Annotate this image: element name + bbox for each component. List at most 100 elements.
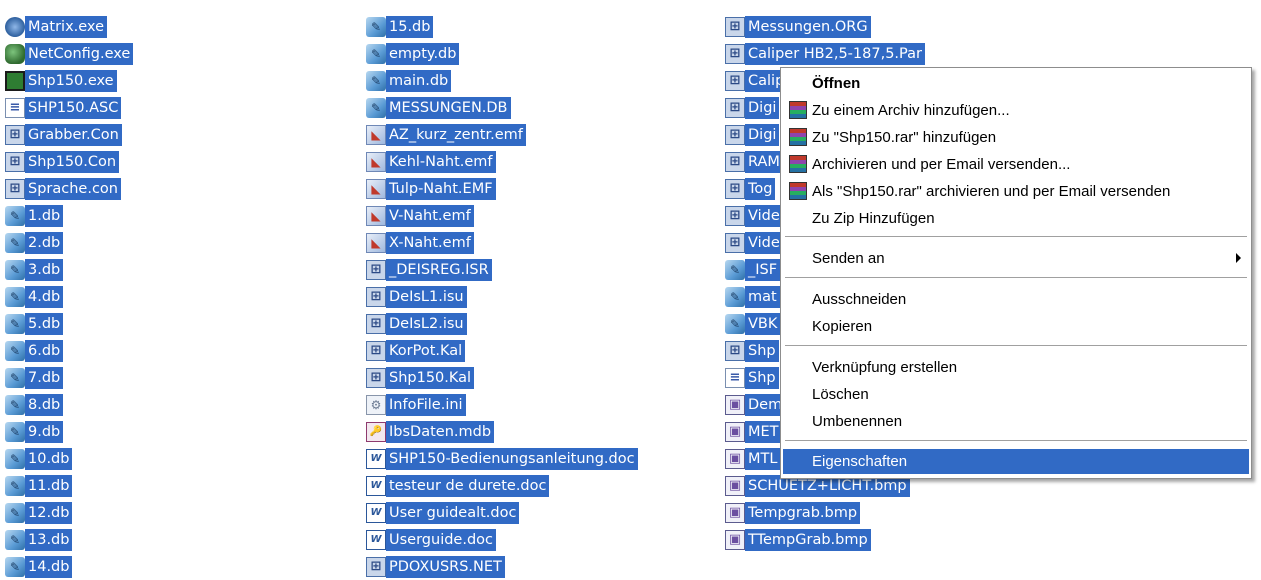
file-item[interactable]: Matrix.exe xyxy=(5,13,133,40)
db-file-icon xyxy=(5,394,25,415)
db-file-icon xyxy=(5,502,25,523)
file-item[interactable]: Grabber.Con xyxy=(5,121,133,148)
file-item[interactable]: 14.db xyxy=(5,553,133,580)
file-item[interactable]: DeIsL1.isu xyxy=(366,283,638,310)
menu-item-add-rar[interactable]: Zu "Shp150.rar" hinzufügen xyxy=(783,125,1249,150)
file-item[interactable]: V-Naht.emf xyxy=(366,202,638,229)
file-name: V-Naht.emf xyxy=(386,204,474,227)
db-file-icon xyxy=(5,205,25,226)
file-item[interactable]: 3.db xyxy=(5,256,133,283)
file-item[interactable]: 10.db xyxy=(5,445,133,472)
menu-item-archive-email[interactable]: Archivieren und per Email versenden... xyxy=(783,152,1249,177)
file-name: 6.db xyxy=(25,339,64,362)
file-item[interactable]: main.db xyxy=(366,67,638,94)
con-file-icon xyxy=(725,340,745,361)
menu-item-rename[interactable]: Umbenennen xyxy=(783,409,1249,434)
file-item[interactable]: Shp150.exe xyxy=(5,67,133,94)
file-item[interactable]: InfoFile.ini xyxy=(366,391,638,418)
emf-file-icon xyxy=(366,205,386,226)
file-item[interactable]: 11.db xyxy=(5,472,133,499)
file-item[interactable]: 9.db xyxy=(5,418,133,445)
file-item[interactable]: 7.db xyxy=(5,364,133,391)
file-item[interactable]: Shp150.Kal xyxy=(366,364,638,391)
file-item[interactable]: 4.db xyxy=(5,283,133,310)
file-item[interactable]: AZ_kurz_zentr.emf xyxy=(366,121,638,148)
file-item[interactable]: IbsDaten.mdb xyxy=(366,418,638,445)
file-name: _DEISREG.ISR xyxy=(386,258,492,281)
file-item[interactable]: Caliper HB2,5-187,5.Par xyxy=(725,40,925,67)
file-item[interactable]: _DEISREG.ISR xyxy=(366,256,638,283)
db-file-icon xyxy=(366,70,386,91)
file-item[interactable]: 6.db xyxy=(5,337,133,364)
file-item[interactable]: 1.db xyxy=(5,202,133,229)
file-name: InfoFile.ini xyxy=(386,393,466,416)
menu-item-cut[interactable]: Ausschneiden xyxy=(783,287,1249,312)
file-item[interactable]: Wtesteur de durete.doc xyxy=(366,472,638,499)
db-file-icon xyxy=(366,16,386,37)
menu-item-label: Archivieren und per Email versenden... xyxy=(812,156,1071,173)
file-name: Shp150.Con xyxy=(25,150,120,173)
menu-item-properties[interactable]: Eigenschaften xyxy=(783,449,1249,474)
file-item[interactable]: MESSUNGEN.DB xyxy=(366,94,638,121)
file-name: Sprache.con xyxy=(25,177,121,200)
db-file-icon xyxy=(5,421,25,442)
file-item[interactable]: PDOXUSRS.NET xyxy=(366,553,638,580)
file-name: DeIsL1.isu xyxy=(386,285,467,308)
menu-item-add-zip[interactable]: Zu Zip Hinzufügen xyxy=(783,206,1249,231)
file-name: 1.db xyxy=(25,204,64,227)
file-name: TTempGrab.bmp xyxy=(745,528,871,551)
file-item[interactable]: 12.db xyxy=(5,499,133,526)
menu-item-add-archive[interactable]: Zu einem Archiv hinzufügen... xyxy=(783,98,1249,123)
file-name: 11.db xyxy=(25,474,73,497)
menu-separator xyxy=(785,236,1247,238)
file-item[interactable]: TTempGrab.bmp xyxy=(725,526,925,553)
file-item[interactable]: SHP150.ASC xyxy=(5,94,133,121)
file-name: User guidealt.doc xyxy=(386,501,520,524)
menu-item-label: Eigenschaften xyxy=(812,453,908,470)
doc-file-icon xyxy=(725,367,745,388)
db-file-icon xyxy=(366,43,386,64)
con-file-icon xyxy=(725,70,745,91)
file-item[interactable]: Tulp-Naht.EMF xyxy=(366,175,638,202)
file-item[interactable]: W Userguide.doc xyxy=(366,526,638,553)
file-item[interactable]: 8.db xyxy=(5,391,133,418)
file-item[interactable]: 2.db xyxy=(5,229,133,256)
file-name: Caliper HB2,5-187,5.Par xyxy=(745,42,925,65)
menu-item-open[interactable]: Öffnen xyxy=(783,71,1249,96)
winrar-icon xyxy=(789,128,807,146)
exe-net-file-icon xyxy=(5,43,25,64)
file-item[interactable]: KorPot.Kal xyxy=(366,337,638,364)
menu-item-send-to[interactable]: Senden an xyxy=(783,246,1249,271)
file-item[interactable]: NetConfig.exe xyxy=(5,40,134,67)
file-item[interactable]: Sprache.con xyxy=(5,175,133,202)
file-item[interactable]: Kehl-Naht.emf xyxy=(366,148,638,175)
con-file-icon xyxy=(725,178,745,199)
file-item[interactable]: Messungen.ORG xyxy=(725,13,925,40)
file-name: testeur de durete.doc xyxy=(386,474,550,497)
file-item[interactable]: X-Naht.emf xyxy=(366,229,638,256)
file-item[interactable]: 5.db xyxy=(5,310,133,337)
bmp-file-icon xyxy=(725,475,745,496)
bmp-file-icon xyxy=(725,529,745,550)
menu-item-create-shortcut[interactable]: Verknüpfung erstellen xyxy=(783,355,1249,380)
file-item[interactable]: Shp150.Con xyxy=(5,148,133,175)
con-file-icon xyxy=(366,340,386,361)
file-item[interactable]: 13.db xyxy=(5,526,133,553)
file-item[interactable]: empty.db xyxy=(366,40,638,67)
menu-item-copy[interactable]: Kopieren xyxy=(783,314,1249,339)
file-item[interactable]: DeIsL2.isu xyxy=(366,310,638,337)
file-name: Shp xyxy=(745,366,779,389)
file-item[interactable]: W SHP150-Bedienungsanleitung.doc xyxy=(366,445,638,472)
bmp-file-icon xyxy=(725,448,745,469)
file-name: Messungen.ORG xyxy=(745,15,871,38)
con-file-icon xyxy=(366,286,386,307)
file-item[interactable]: W User guidealt.doc xyxy=(366,499,638,526)
file-item[interactable]: 15.db xyxy=(366,13,638,40)
bmp-file-icon xyxy=(725,502,745,523)
file-name: Tog xyxy=(745,177,776,200)
file-name: Digi xyxy=(745,96,780,119)
menu-item-archive-rar-email[interactable]: Als "Shp150.rar" archivieren und per Ema… xyxy=(783,179,1249,204)
file-item[interactable]: Tempgrab.bmp xyxy=(725,499,925,526)
menu-separator xyxy=(785,440,1247,442)
menu-item-delete[interactable]: Löschen xyxy=(783,382,1249,407)
